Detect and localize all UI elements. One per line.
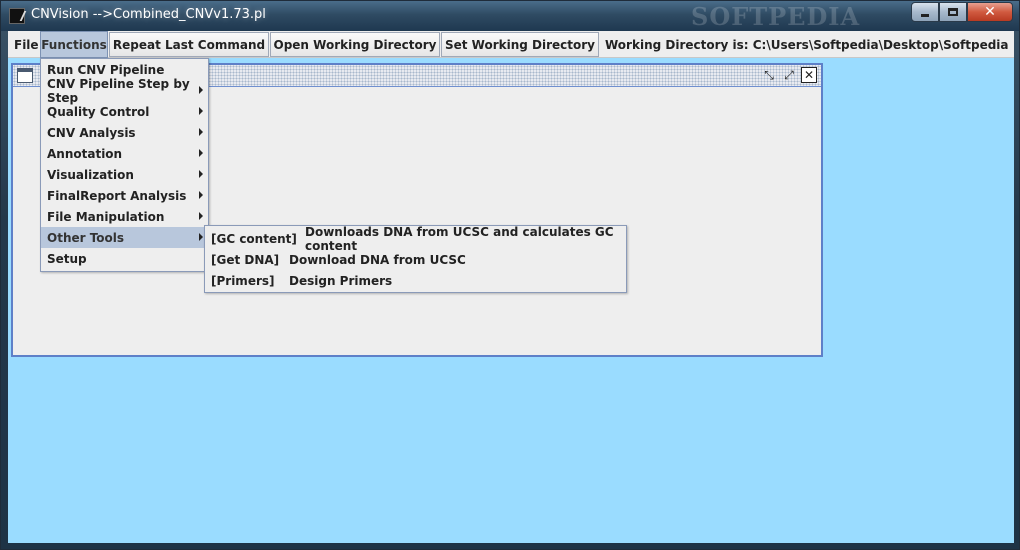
- menu-item-cnv-pipeline-step-by-step[interactable]: CNV Pipeline Step by Step: [41, 77, 208, 105]
- menu-bar: File Functions Repeat Last Command Open …: [8, 31, 1014, 58]
- window-controls: ✕: [911, 2, 1013, 22]
- internal-frame-controls: ⤡ ⤢ ✕: [761, 67, 817, 83]
- menu-item-label: Run CNV Pipeline: [47, 62, 165, 77]
- app-icon[interactable]: [9, 8, 25, 24]
- frame-icon[interactable]: [17, 68, 33, 83]
- window-title: CNVision -->Combined_CNVv1.73.pl: [31, 7, 266, 22]
- submenu-item-description: Design Primers: [289, 273, 393, 288]
- submenu-arrow-icon: [199, 149, 203, 157]
- submenu-arrow-icon: [199, 170, 203, 178]
- watermark-text: SOFTPEDIA: [691, 2, 861, 31]
- menu-item-file-manipulation[interactable]: File Manipulation: [41, 206, 208, 227]
- menu-item-annotation[interactable]: Annotation: [41, 143, 208, 164]
- desktop-pane: File Functions Repeat Last Command Open …: [8, 31, 1014, 543]
- menu-item-other-tools[interactable]: Other Tools: [41, 227, 208, 248]
- other-tools-submenu: [GC content] Downloads DNA from UCSC and…: [204, 225, 627, 293]
- menu-item-label: Setup: [47, 251, 87, 266]
- title-bar[interactable]: CNVision -->Combined_CNVv1.73.pl SOFTPED…: [1, 1, 1019, 31]
- set-working-directory-button[interactable]: Set Working Directory: [441, 32, 599, 57]
- submenu-item-primers[interactable]: [Primers] Design Primers: [205, 270, 626, 291]
- submenu-arrow-icon: [199, 233, 203, 241]
- submenu-item-description: Download DNA from UCSC: [289, 252, 466, 267]
- submenu-arrow-icon: [199, 128, 203, 136]
- minimize-button[interactable]: [911, 2, 939, 22]
- close-button[interactable]: ✕: [967, 2, 1013, 22]
- menu-item-label: Annotation: [47, 146, 123, 161]
- menu-item-cnv-analysis[interactable]: CNV Analysis: [41, 122, 208, 143]
- close-icon: ✕: [984, 4, 996, 20]
- submenu-arrow-icon: [199, 191, 203, 199]
- menu-item-label: Quality Control: [47, 104, 150, 119]
- menu-item-finalreport-analysis[interactable]: FinalReport Analysis: [41, 185, 208, 206]
- menu-item-quality-control[interactable]: Quality Control: [41, 101, 208, 122]
- maximize-icon: [948, 8, 958, 16]
- maximize-button[interactable]: [939, 2, 967, 22]
- submenu-item-key: [GC content]: [211, 231, 297, 246]
- repeat-last-command-button[interactable]: Repeat Last Command: [109, 32, 269, 57]
- submenu-item-gc-content[interactable]: [GC content] Downloads DNA from UCSC and…: [205, 225, 626, 253]
- submenu-arrow-icon: [199, 107, 203, 115]
- menu-item-setup[interactable]: Setup: [41, 248, 208, 269]
- submenu-arrow-icon: [199, 86, 203, 94]
- application-window: CNVision -->Combined_CNVv1.73.pl SOFTPED…: [0, 0, 1020, 550]
- submenu-item-get-dna[interactable]: [Get DNA] Download DNA from UCSC: [205, 249, 626, 270]
- submenu-arrow-icon: [199, 212, 203, 220]
- menu-item-label: FinalReport Analysis: [47, 188, 187, 203]
- menu-item-label: Visualization: [47, 167, 134, 182]
- menu-functions[interactable]: Functions: [40, 31, 108, 58]
- submenu-item-key: [Get DNA]: [211, 252, 280, 267]
- open-working-directory-button[interactable]: Open Working Directory: [270, 32, 440, 57]
- menu-file[interactable]: File: [8, 31, 40, 58]
- minimize-icon: [921, 13, 929, 17]
- working-directory-label: Working Directory is: C:\Users\Softpedia…: [605, 37, 1009, 52]
- functions-dropdown: Run CNV Pipeline CNV Pipeline Step by St…: [40, 58, 209, 272]
- restore-icon[interactable]: ⤢: [781, 67, 797, 83]
- menu-item-visualization[interactable]: Visualization: [41, 164, 208, 185]
- frame-close-icon[interactable]: ✕: [801, 67, 817, 83]
- submenu-item-key: [Primers]: [211, 273, 275, 288]
- menu-item-label: CNV Analysis: [47, 125, 136, 140]
- menu-item-label: Other Tools: [47, 230, 125, 245]
- menu-item-label: File Manipulation: [47, 209, 165, 224]
- iconify-icon[interactable]: ⤡: [761, 67, 777, 83]
